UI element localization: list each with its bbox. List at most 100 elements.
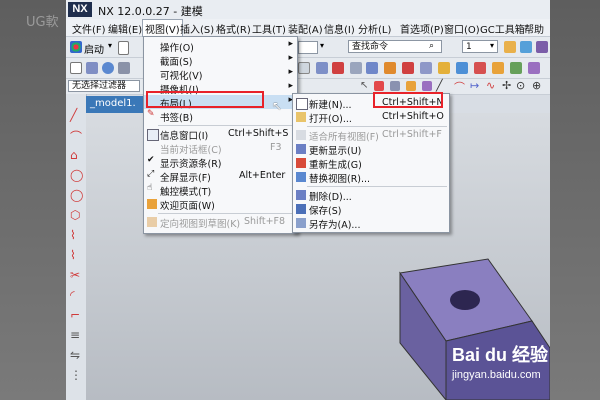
box-icon[interactable]: [70, 62, 82, 74]
menu-help[interactable]: 帮助: [524, 21, 544, 36]
view-icon[interactable]: [298, 62, 310, 74]
view-menu-item-touch-mode[interactable]: ☝ 触控模式(T): [144, 183, 297, 198]
new-layout-icon: [296, 98, 308, 110]
layout-menu-item-save[interactable]: 保存(S): [293, 202, 449, 217]
view-menu-item-show-resource-bar[interactable]: ✔ 显示资源条(R): [144, 155, 297, 170]
menu-analysis[interactable]: 分析(L): [358, 21, 391, 36]
resource-bar: ╱ ⌒ ⌂ ◯ ◯ ⬡ ⌇ ⌇ ✂ ◜ ⌐ ≡ ⇋ ⋮: [66, 94, 87, 400]
menu-file[interactable]: 文件(F): [72, 21, 106, 36]
line-icon[interactable]: ╱: [436, 79, 443, 92]
circle-tool-icon[interactable]: ◯: [70, 168, 83, 182]
view-icon[interactable]: [384, 62, 396, 74]
view-menu-item-info-window[interactable]: 信息窗口(I) Ctrl+Shift+S: [144, 127, 297, 142]
start-icon[interactable]: [70, 41, 82, 53]
view-icon[interactable]: [350, 62, 362, 74]
arrow-right-icon[interactable]: ↦: [470, 79, 479, 92]
view-icon[interactable]: [528, 62, 540, 74]
mirror-tool-icon[interactable]: ⇋: [70, 348, 82, 362]
chevron-down-icon[interactable]: ▾: [108, 41, 112, 50]
view-icon[interactable]: [492, 62, 504, 74]
shape-tool-icon[interactable]: ⌂: [70, 148, 82, 162]
trim-tool-icon[interactable]: ✂: [70, 268, 82, 282]
view-icon[interactable]: [332, 62, 344, 74]
view-menu-item-section[interactable]: 截面(S) ▸: [144, 53, 297, 68]
circle-tool-icon[interactable]: ◯: [70, 188, 83, 202]
spline-tool-icon[interactable]: ⌇: [70, 248, 82, 262]
view-menu-item-current-dialog[interactable]: 当前对话框(C) F3: [144, 141, 297, 156]
view-icon[interactable]: [316, 62, 328, 74]
chevron-down-icon[interactable]: ▾: [320, 41, 324, 50]
block-icon[interactable]: [86, 62, 98, 74]
checkmark-icon: ✔: [147, 155, 155, 165]
cylinder-icon[interactable]: [102, 62, 114, 74]
view-icon[interactable]: [366, 62, 378, 74]
extrude-icon[interactable]: [118, 62, 130, 74]
polygon-tool-icon[interactable]: ⬡: [70, 208, 82, 222]
curve-icon[interactable]: ⌒: [454, 79, 465, 95]
menu-info[interactable]: 信息(I): [324, 21, 355, 36]
view-icon[interactable]: [474, 62, 486, 74]
view-menu-item-orient-to-sketch[interactable]: 定向视图到草图(K) Shift+F8: [144, 215, 297, 230]
corner-tool-icon[interactable]: ⌐: [70, 308, 82, 322]
pattern-tool-icon[interactable]: ⋮: [70, 368, 82, 382]
view-icon[interactable]: [402, 62, 414, 74]
layout-menu-item-update-display[interactable]: 更新显示(U): [293, 142, 449, 157]
snap-icon[interactable]: [422, 81, 432, 91]
menu-format[interactable]: 格式(R): [216, 21, 251, 36]
menu-edit[interactable]: 编辑(E): [108, 21, 142, 36]
point-icon[interactable]: ✢: [502, 79, 511, 92]
target-icon[interactable]: ⊙: [516, 79, 525, 92]
new-file-icon[interactable]: [118, 41, 129, 55]
tool-icon[interactable]: [536, 41, 548, 53]
menu-insert[interactable]: 插入(S): [180, 21, 214, 36]
selection-filter-select[interactable]: 无选择过滤器: [68, 80, 140, 92]
info-window-icon: [147, 129, 159, 141]
arrow-icon[interactable]: ↖: [360, 80, 368, 91]
spline-tool-icon[interactable]: ⌇: [70, 228, 82, 242]
snap-icon[interactable]: [390, 81, 400, 91]
layout-menu-item-replace-view[interactable]: 替换视图(R)...: [293, 170, 449, 185]
fillet-tool-icon[interactable]: ◜: [70, 288, 82, 302]
view-menu-item-operation[interactable]: 操作(O) ▸: [144, 39, 297, 54]
annotation-box-layout: [146, 91, 264, 108]
layout-menu-item-regenerate[interactable]: 重新生成(G): [293, 156, 449, 171]
start-label[interactable]: 启动: [84, 41, 104, 56]
update-display-icon: [296, 144, 306, 154]
layout-menu-item-open[interactable]: 打开(O)... Ctrl+Shift+O: [293, 110, 449, 125]
view-menu-dropdown: 操作(O) ▸ 截面(S) ▸ 可视化(V) ▸ 摄像机(I) ▸ 布局(L) ▸ ✎ 书签…: [143, 36, 298, 234]
toolbar-row-2: [66, 58, 550, 79]
layout-menu-item-fit-all-views[interactable]: 适合所有视图(F) Ctrl+Shift+F: [293, 128, 449, 143]
view-icon[interactable]: [420, 62, 432, 74]
menu-assembly[interactable]: 装配(A): [288, 21, 323, 36]
menu-window[interactable]: 窗口(O): [444, 21, 480, 36]
layout-submenu: 新建(N)... Ctrl+Shift+N 打开(O)... Ctrl+Shift+…: [292, 93, 450, 233]
search-command-input[interactable]: 查找命令: [348, 40, 442, 53]
view-menu-item-welcome-page[interactable]: 欢迎页面(W): [144, 197, 297, 212]
layout-menu-item-delete[interactable]: 删除(D)...: [293, 188, 449, 203]
view-menu-item-visualization[interactable]: 可视化(V) ▸: [144, 67, 297, 82]
center-icon[interactable]: ⊕: [532, 79, 541, 92]
menu-bar: 文件(F) 编辑(E) 视图(V) 插入(S) 格式(R) 工具(T) 装配(A…: [66, 19, 550, 38]
watermark-brand: Bai du 经验: [452, 345, 549, 365]
arc-tool-icon[interactable]: ⌒: [70, 128, 82, 144]
view-menu-item-fullscreen[interactable]: ⤢ 全屏显示(F) Alt+Enter: [144, 169, 297, 184]
menu-gc-toolbox[interactable]: GC工具箱: [480, 21, 525, 36]
selection-combo[interactable]: [298, 41, 318, 54]
menu-tools[interactable]: 工具(T): [252, 21, 286, 36]
menu-preferences[interactable]: 首选项(P): [400, 21, 444, 36]
line-tool-icon[interactable]: ╱: [70, 108, 82, 122]
chevron-down-icon[interactable]: ▾: [490, 41, 494, 50]
wave-icon[interactable]: ∿: [486, 79, 495, 92]
view-icon[interactable]: [456, 62, 468, 74]
background-text: UG軟: [26, 15, 59, 30]
snap-icon[interactable]: [406, 81, 416, 91]
welcome-icon: [147, 199, 157, 209]
layout-menu-item-save-as[interactable]: 另存为(A)...: [293, 216, 449, 231]
offset-tool-icon[interactable]: ≡: [70, 328, 82, 342]
view-icon[interactable]: [510, 62, 522, 74]
tool-icon[interactable]: [520, 41, 532, 53]
tool-icon[interactable]: [504, 41, 516, 53]
view-icon[interactable]: [438, 62, 450, 74]
snap-icon[interactable]: [374, 81, 384, 91]
search-icon[interactable]: ⌕: [429, 41, 434, 51]
